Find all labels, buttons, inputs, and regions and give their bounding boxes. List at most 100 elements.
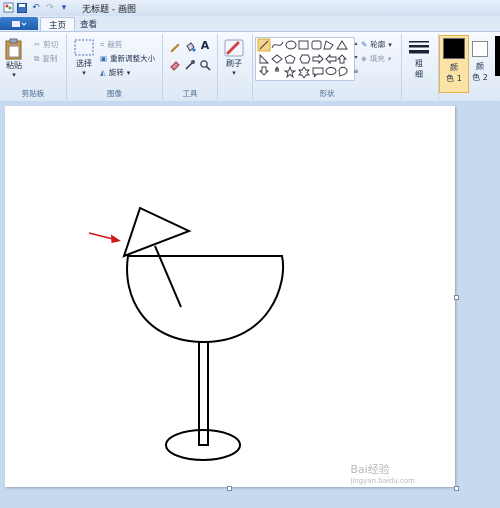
curve-shape-icon (271, 41, 284, 49)
size-button[interactable]: 粗 细 (408, 38, 430, 80)
watermark: Bai经验 jingyan.baidu.com (350, 461, 415, 485)
select-icon (74, 39, 94, 56)
outline-label: 轮廓 (370, 40, 386, 49)
resize-button[interactable]: ▣ 重新调整大小 (100, 53, 155, 64)
fill-button[interactable]: ◈ 填充 ▾ (361, 53, 391, 64)
drawing (88, 206, 284, 461)
four-point-star-shape-icon (274, 65, 280, 72)
diamond-shape-icon (271, 54, 283, 64)
resize-handle-bottom[interactable] (227, 486, 232, 491)
fill-label: 填充 (369, 54, 385, 63)
customize-qat-icon[interactable]: ▾ (58, 1, 70, 14)
copy-label: 复制 (42, 54, 58, 63)
clipboard-group: 粘贴 ▾ ✂ 剪切 ⧉ 复制 剪贴板 (0, 34, 67, 100)
rectangle-shape-icon (298, 40, 309, 50)
shapes-scroll[interactable]: ▴ ▾ ≡ (353, 37, 359, 79)
pencil-icon[interactable] (168, 40, 182, 53)
drawing-canvas[interactable]: Bai经验 jingyan.baidu.com (5, 106, 455, 487)
title-bar: ↶ ↷ ▾ 无标题 - 画图 (0, 0, 500, 17)
brushes-button[interactable]: 刷子 ▾ (223, 38, 245, 77)
paste-icon (5, 38, 22, 60)
up-arrow-shape-icon (336, 54, 348, 64)
text-tool-icon[interactable]: A (198, 39, 212, 52)
resize-handle-right[interactable] (454, 295, 459, 300)
size-label-2: 细 (415, 70, 423, 79)
outline-icon: ✎ (361, 40, 368, 49)
size-label-1: 粗 (415, 59, 423, 68)
crop-button[interactable]: ⌗ 裁剪 (100, 39, 122, 50)
tab-view[interactable]: 查看 (72, 17, 105, 31)
image-group: 选择 ▾ ⌗ 裁剪 ▣ 重新调整大小 ◭ 旋转 ▾ 图像 (67, 34, 163, 100)
polygon-shape-icon (323, 40, 334, 50)
callout-cloud-shape-icon (338, 66, 348, 77)
magnifier-icon[interactable] (198, 58, 212, 71)
rotate-icon: ◭ (100, 68, 106, 77)
rotate-button[interactable]: ◭ 旋转 ▾ (100, 67, 130, 78)
shapes-group: ▴ ▾ ≡ ✎ 轮廓 ▾ ◈ 填充 ▾ 形状 (253, 34, 402, 100)
red-arrow (88, 232, 121, 243)
line-size-icon (409, 41, 429, 54)
fill-bucket-icon[interactable] (183, 40, 197, 53)
callout-rect-shape-icon (312, 67, 324, 78)
app-icon[interactable] (2, 1, 14, 14)
tools-group-label: 工具 (182, 89, 198, 98)
eraser-icon[interactable] (168, 58, 182, 71)
scissors-icon: ✂ (34, 40, 41, 49)
down-arrow-shape-icon (258, 66, 270, 76)
shapes-group-label: 形状 (319, 89, 335, 98)
color2-swatch (472, 41, 488, 57)
glass-bowl (126, 255, 284, 344)
color1-selector[interactable]: 颜 色 1 (439, 35, 469, 93)
right-triangle-shape-icon (259, 53, 270, 64)
triangle-shape-icon (336, 40, 348, 50)
rounded-rectangle-shape-icon (311, 40, 322, 50)
cut-label: 剪切 (43, 40, 59, 49)
tab-home[interactable]: 主页 (40, 17, 76, 32)
color2-label-1: 颜 (476, 62, 484, 71)
copy-icon: ⧉ (34, 53, 40, 63)
ribbon: 粘贴 ▾ ✂ 剪切 ⧉ 复制 剪贴板 选择 ▾ ⌗ 裁剪 ▣ 重新调整大小 ◭ … (0, 31, 500, 102)
size-group: 粗 细 (402, 34, 439, 100)
paste-button[interactable]: 粘贴 ▾ (4, 38, 24, 79)
palette-edge[interactable] (495, 36, 500, 76)
outline-button[interactable]: ✎ 轮廓 ▾ (361, 39, 392, 50)
paste-label: 粘贴 (6, 61, 22, 70)
paint-menu-button[interactable] (0, 17, 38, 30)
crop-icon: ⌗ (100, 39, 105, 49)
undo-icon[interactable]: ↶ (30, 1, 42, 14)
tools-group: A 工具 (163, 34, 218, 100)
cut-button[interactable]: ✂ 剪切 (34, 39, 58, 50)
color1-swatch (443, 38, 465, 59)
fill-icon: ◈ (361, 54, 367, 63)
left-arrow-shape-icon (325, 53, 337, 65)
tab-home-label: 主页 (49, 21, 67, 31)
image-group-label: 图像 (107, 89, 122, 98)
color1-label-2: 色 1 (446, 74, 462, 83)
oval-shape-icon (285, 40, 297, 50)
crop-label: 裁剪 (107, 40, 123, 49)
color2-selector[interactable]: 颜 色 2 (470, 35, 494, 91)
six-point-star-shape-icon (298, 66, 310, 79)
tab-view-label: 查看 (80, 20, 98, 30)
tab-row: 主页 查看 (0, 16, 500, 32)
workspace: Bai经验 jingyan.baidu.com (0, 101, 500, 508)
right-arrow-shape-icon (312, 53, 324, 65)
brushes-group: 刷子 ▾ (218, 34, 253, 100)
redo-icon[interactable]: ↷ (44, 1, 56, 14)
save-icon[interactable] (16, 1, 28, 14)
clipboard-group-label: 剪贴板 (21, 89, 45, 98)
five-point-star-shape-icon (283, 65, 297, 79)
window-title: 无标题 - 画图 (82, 5, 136, 15)
resize-icon: ▣ (100, 54, 108, 63)
resize-handle-corner[interactable] (454, 486, 459, 491)
brushes-label: 刷子 (226, 59, 242, 68)
hexagon-shape-icon (299, 54, 311, 64)
quick-access-toolbar: ↶ ↷ ▾ (2, 1, 70, 14)
color-picker-icon[interactable] (183, 58, 197, 71)
callout-oval-shape-icon (325, 67, 337, 75)
resize-label: 重新调整大小 (110, 54, 156, 63)
copy-button[interactable]: ⧉ 复制 (34, 53, 57, 64)
select-button[interactable]: 选择 ▾ (73, 38, 95, 77)
watermark-text: Bai经验 (350, 463, 390, 476)
rotate-label: 旋转 (108, 68, 124, 77)
